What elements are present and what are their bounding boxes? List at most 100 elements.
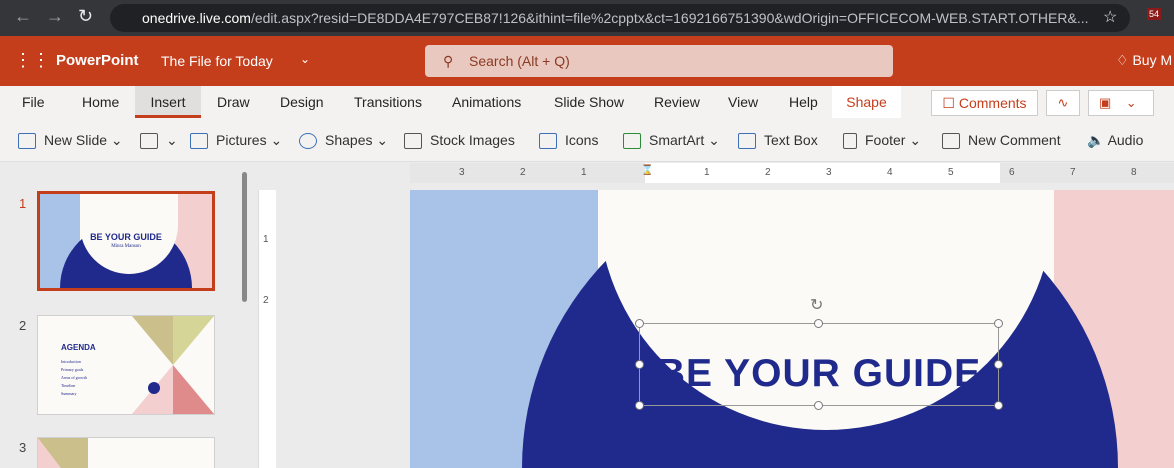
tab-file[interactable]: File (22, 86, 45, 118)
search-input[interactable]: ⚲ Search (Alt + Q) (425, 45, 893, 77)
app-launcher-icon[interactable]: ⋮⋮ (14, 50, 50, 71)
tab-slide-show[interactable]: Slide Show (554, 86, 624, 118)
text-box-icon (738, 133, 756, 150)
ribbon-tabs: File Home Insert Draw Design Transitions… (0, 86, 1174, 118)
icons-icon (539, 133, 557, 150)
tab-help[interactable]: Help (789, 86, 818, 118)
new-slide-label: New Slide (44, 132, 108, 148)
buy-link[interactable]: ♢ Buy M (1116, 52, 1172, 69)
activity-icon[interactable]: ∿ (1046, 90, 1080, 116)
shapes-icon (299, 133, 317, 150)
comments-label: Comments (958, 95, 1027, 111)
agenda-item: Timeline (61, 383, 76, 388)
resize-handle[interactable] (635, 319, 644, 328)
icons-button[interactable]: Icons (539, 128, 598, 152)
ruler-label: 5 (948, 167, 954, 178)
icons-label: Icons (565, 132, 599, 148)
vertical-ruler: 1 2 (258, 190, 276, 468)
ruler-label: 4 (887, 167, 893, 178)
agenda-item: Areas of growth (61, 375, 87, 380)
scrollbar-thumb[interactable] (242, 172, 247, 302)
agenda-item: Summary (61, 391, 77, 396)
footer-label: Footer (865, 132, 906, 148)
slide-thumbnails-pane: 1 BE YOUR GUIDE Minra Manson 2 AGENDA In… (0, 162, 252, 468)
forward-icon[interactable]: → (46, 6, 64, 27)
stock-images-icon (404, 133, 422, 150)
resize-handle[interactable] (635, 401, 644, 410)
stock-images-label: Stock Images (430, 132, 515, 148)
slide-number: 3 (19, 440, 27, 455)
footer-button[interactable]: Footer ⌄ (843, 128, 921, 152)
agenda-list: Introduction Primary goals Areas of grow… (61, 358, 87, 398)
text-box-button[interactable]: Text Box (738, 128, 818, 152)
thumb-subtitle: Minra Manson (111, 244, 141, 249)
slide-title[interactable]: BE YOUR GUIDE (639, 352, 999, 396)
resize-handle[interactable] (994, 319, 1003, 328)
star-icon[interactable]: ☆ (1103, 7, 1117, 27)
ribbon-toolbar: New Slide ⌄ ⌄ Pictures ⌄ Shapes ⌄ Stock … (0, 118, 1174, 162)
ruler-label: 2 (263, 295, 269, 306)
new-comment-button[interactable]: New Comment (942, 128, 1061, 152)
ruler-label: 7 (1070, 167, 1076, 178)
thumbnail-slide-1[interactable]: BE YOUR GUIDE Minra Manson (37, 191, 215, 291)
slide-number: 1 (19, 196, 27, 211)
chevron-down-icon[interactable]: ⌄ (300, 52, 310, 66)
pictures-label: Pictures (216, 132, 267, 148)
agenda-item: Introduction (61, 359, 81, 364)
text-box-label: Text Box (764, 132, 818, 148)
thumb-title: AGENDA (61, 343, 96, 352)
pictures-icon (190, 133, 208, 150)
smartart-icon (623, 133, 641, 150)
browser-toolbar: ← → ↻ onedrive.live.com/edit.aspx?resid=… (0, 0, 1174, 36)
tab-draw[interactable]: Draw (217, 86, 250, 118)
shapes-label: Shapes (325, 132, 373, 148)
tab-insert[interactable]: Insert (135, 86, 201, 118)
reload-icon[interactable]: ↻ (78, 6, 93, 27)
tab-view[interactable]: View (728, 86, 758, 118)
new-slide-icon (18, 133, 36, 150)
ruler-label: 3 (459, 167, 465, 178)
resize-handle[interactable] (814, 401, 823, 410)
comments-button[interactable]: ☐ Comments (931, 90, 1038, 116)
address-bar[interactable]: onedrive.live.com/edit.aspx?resid=DE8DDA… (110, 4, 1130, 32)
tab-design[interactable]: Design (280, 86, 324, 118)
ruler-label: 2 (520, 167, 526, 178)
ruler-label: 1 (263, 234, 269, 245)
search-icon: ⚲ (443, 53, 454, 69)
extension-badge[interactable]: 54 (1147, 8, 1162, 20)
thumbnail-slide-2[interactable]: AGENDA Introduction Primary goals Areas … (37, 315, 215, 415)
ruler-label: 3 (826, 167, 832, 178)
rotate-handle-icon[interactable]: ↻ (810, 295, 823, 315)
present-button[interactable]: ▣ ⌄ (1088, 90, 1154, 116)
thumbnail-slide-3[interactable] (37, 437, 215, 468)
tab-home[interactable]: Home (82, 86, 119, 118)
triangles-graphic (38, 438, 88, 468)
slide-canvas[interactable]: ↻ BE YOUR GUIDE Minra Manson (410, 190, 1174, 468)
tab-transitions[interactable]: Transitions (354, 86, 422, 118)
shapes-button[interactable]: Shapes ⌄ (299, 128, 388, 152)
comment-icon (942, 133, 960, 150)
thumb-title: BE YOUR GUIDE (90, 232, 162, 242)
pictures-button[interactable]: Pictures ⌄ (190, 128, 282, 152)
tab-review[interactable]: Review (654, 86, 700, 118)
tab-shape[interactable]: Shape (832, 86, 901, 118)
slide-subtitle[interactable]: Minra Manson (639, 426, 999, 449)
ruler-label: 8 (1131, 167, 1137, 178)
file-title[interactable]: The File for Today (161, 53, 273, 69)
smartart-button[interactable]: SmartArt ⌄ (623, 128, 720, 152)
new-slide-button[interactable]: New Slide ⌄ (18, 128, 123, 152)
url-path: /edit.aspx?resid=DE8DDA4E797CEB87!126&it… (250, 10, 1089, 26)
table-icon (140, 133, 158, 150)
stock-images-button[interactable]: Stock Images (404, 128, 515, 152)
resize-handle[interactable] (994, 401, 1003, 410)
tab-animations[interactable]: Animations (452, 86, 521, 118)
url-host: onedrive.live.com (142, 10, 251, 26)
app-name: PowerPoint (56, 52, 139, 69)
back-icon[interactable]: ← (14, 6, 32, 27)
ruler-text-area (645, 163, 1000, 183)
agenda-item: Primary goals (61, 367, 84, 372)
resize-handle[interactable] (814, 319, 823, 328)
audio-button[interactable]: 🔈 Audio (1087, 128, 1143, 152)
indent-marker-icon[interactable]: ⌛ (641, 165, 653, 176)
table-button[interactable]: ⌄ (140, 128, 178, 152)
